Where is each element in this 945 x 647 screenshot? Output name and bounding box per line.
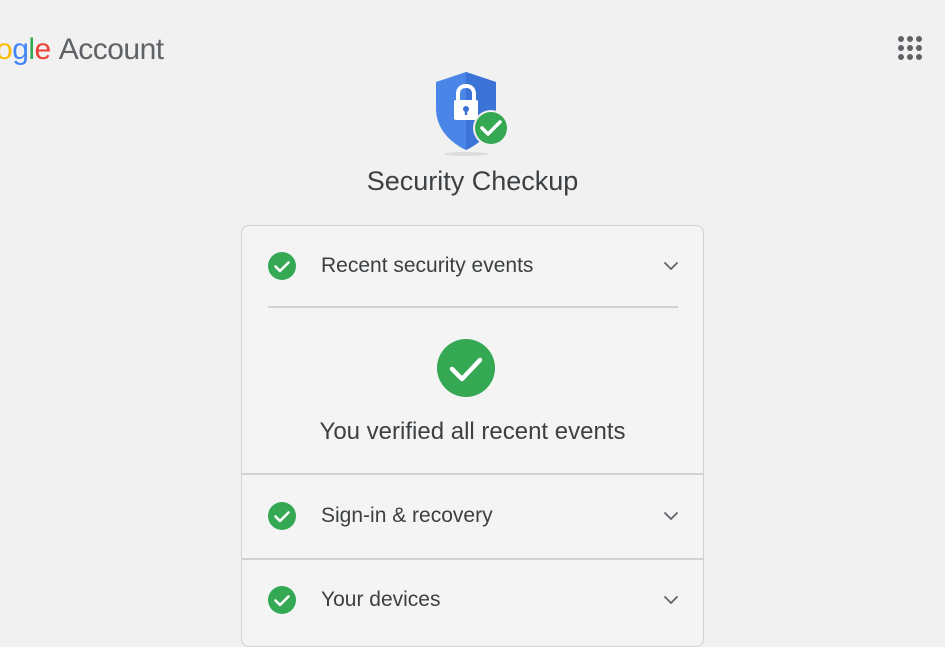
section-label: Your devices [321,588,441,611]
logo-letter: e [34,33,52,66]
google-account-logo[interactable]: ogle Account [0,30,164,70]
check-circle-icon [268,586,296,614]
page-title: Security Checkup [366,166,579,196]
check-circle-icon [268,252,296,280]
divider [242,473,703,475]
security-checkup-card: Recent security events You verified all … [241,225,704,647]
section-your-devices[interactable]: Your devices [242,560,703,640]
section-label: Recent security events [321,254,534,277]
check-circle-icon [268,502,296,530]
divider [268,306,678,308]
chevron-down-icon[interactable] [662,507,680,525]
check-circle-icon [437,339,495,397]
verified-message: You verified all recent events [319,418,626,445]
logo-account-text: Account [58,33,164,66]
section-label: Sign-in & recovery [321,504,493,527]
chevron-down-icon[interactable] [662,591,680,609]
shield-lock-check-icon [436,72,509,156]
section-recent-security-events[interactable]: Recent security events [242,226,703,306]
logo-letter: o [0,33,13,66]
chevron-down-icon[interactable] [662,257,680,275]
section-sign-in-recovery[interactable]: Sign-in & recovery [242,476,703,556]
logo-letter: g [12,33,29,66]
apps-grid-icon[interactable] [890,28,930,68]
